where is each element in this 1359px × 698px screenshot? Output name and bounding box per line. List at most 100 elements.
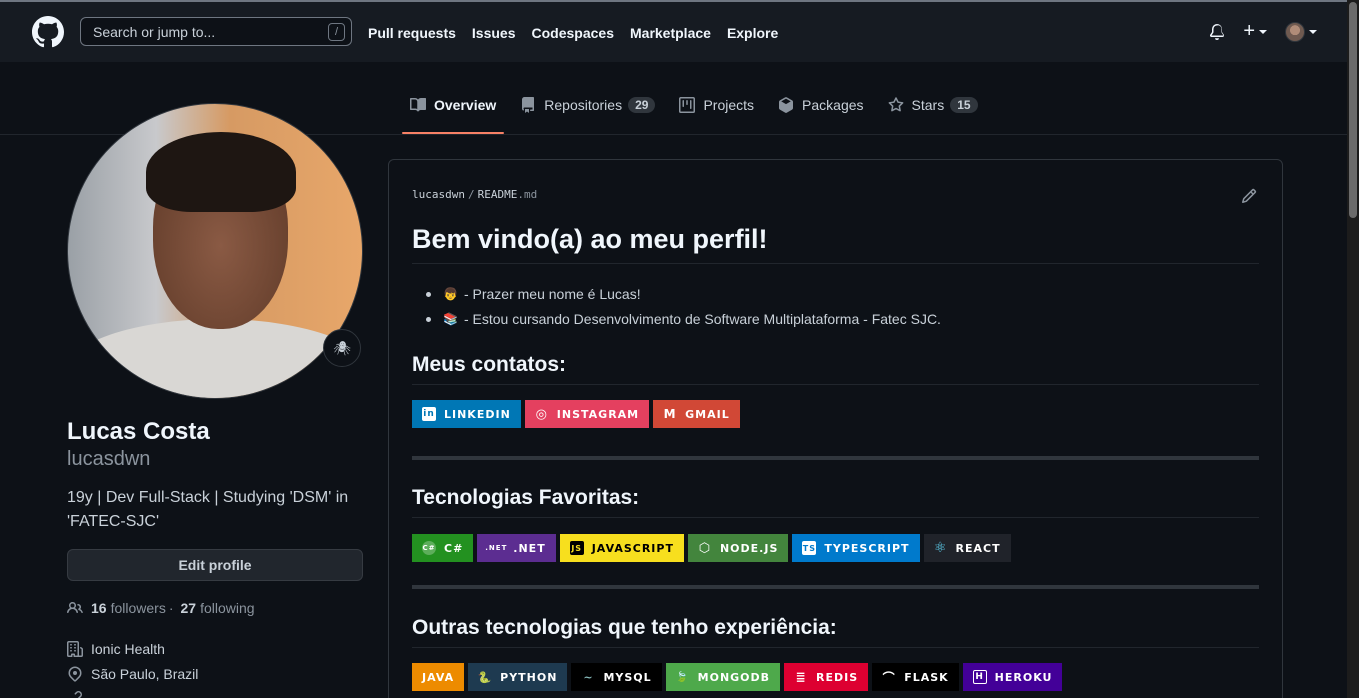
avatar (1285, 21, 1305, 42)
followers-count[interactable]: 16 (91, 600, 107, 616)
project-icon (679, 97, 696, 113)
mysql-icon: ~ (583, 670, 594, 684)
people-icon (67, 601, 83, 614)
scrollbar-thumb[interactable] (1349, 2, 1357, 218)
flask-icon: ⌒ (882, 670, 896, 685)
csharp-badge[interactable]: C# C# (412, 534, 474, 562)
search-placeholder: Search or jump to... (93, 23, 216, 40)
profile-avatar[interactable] (67, 103, 363, 399)
linkedin-badge[interactable]: in LINKEDIN (412, 400, 521, 428)
chevron-down-icon (1259, 29, 1267, 34)
create-new-button[interactable]: + (1243, 20, 1267, 43)
profile-username: lucasdwn (67, 448, 151, 470)
other-tech-badges: JAVA 🐍 PYTHON ~ MYSQL 🍃 MONGODB ≣ REDIS ⌒ FLA… (412, 663, 1063, 691)
nav-issues[interactable]: Issues (472, 25, 516, 41)
avatar-shirt-shape (68, 319, 362, 398)
javascript-badge[interactable]: JS JAVASCRIPT (559, 534, 684, 562)
typescript-badge[interactable]: TS TYPESCRIPT (792, 534, 920, 562)
mysql-badge[interactable]: ~ MYSQL (571, 663, 662, 691)
gmail-badge[interactable]: M GMAIL (653, 400, 740, 428)
badge-label: MONGODB (697, 670, 771, 684)
list-item: 📚 - Estou cursando Desenvolvimento de Sof… (412, 307, 941, 332)
readme-file-name[interactable]: README (478, 188, 518, 201)
divider (412, 456, 1259, 460)
tab-overview[interactable]: Overview (402, 90, 505, 134)
badge-label: MYSQL (603, 670, 652, 684)
badge-label: PYTHON (500, 670, 558, 684)
profile-website[interactable] (67, 690, 91, 698)
nodejs-badge[interactable]: ⬡ NODE.JS (687, 534, 789, 562)
nav-marketplace[interactable]: Marketplace (630, 25, 711, 41)
status-emoji-button[interactable]: 🕷 (323, 329, 361, 367)
readme-path: lucasdwn / README.md (412, 188, 537, 201)
profile-bio: 19y | Dev Full-Stack | Studying 'DSM' in… (67, 489, 349, 530)
user-menu-button[interactable] (1285, 21, 1317, 42)
location-text: São Paulo, Brazil (91, 666, 199, 682)
following-count[interactable]: 27 (181, 600, 197, 616)
heroku-icon: H (972, 670, 987, 684)
link-icon (74, 690, 83, 698)
star-icon (888, 97, 903, 112)
python-badge[interactable]: 🐍 PYTHON (468, 663, 568, 691)
readme-title: Bem vindo(a) ao meu perfil! (412, 224, 1259, 264)
bell-icon[interactable] (1209, 23, 1225, 40)
edit-profile-button[interactable]: Edit profile (67, 549, 363, 581)
badge-label: REDIS (816, 670, 859, 684)
repositories-count-badge: 29 (628, 97, 656, 113)
other-tech-heading: Outras tecnologias que tenho experiência… (412, 616, 1259, 648)
badge-label: TYPESCRIPT (824, 541, 910, 555)
organization-icon (67, 641, 83, 657)
bullet-text: - Prazer meu nome é Lucas! (463, 286, 641, 302)
python-icon: 🐍 (477, 670, 493, 684)
tab-packages[interactable]: Packages (770, 90, 871, 125)
redis-badge[interactable]: ≣ REDIS (784, 663, 869, 691)
java-badge[interactable]: JAVA (412, 663, 465, 691)
separator-dot: · (168, 600, 174, 616)
favorite-tech-heading: Tecnologias Favoritas: (412, 486, 1259, 518)
page-scrollbar[interactable] (1347, 0, 1359, 698)
react-icon: ⚛ (933, 540, 948, 556)
badge-label: HEROKU (994, 670, 1053, 684)
badge-label: INSTAGRAM (556, 407, 640, 421)
books-emoji-icon: 📚 (443, 312, 458, 326)
nav-codespaces[interactable]: Codespaces (532, 25, 614, 41)
chevron-down-icon (1309, 29, 1317, 34)
stars-count-badge: 15 (950, 97, 978, 113)
dotnet-icon: .NET (485, 544, 508, 552)
nodejs-icon: ⬡ (698, 540, 712, 556)
following-label[interactable]: following (200, 600, 254, 616)
badge-label: .NET (513, 541, 546, 555)
location-icon (68, 666, 82, 682)
contacts-heading: Meus contatos: (412, 353, 1259, 385)
list-item: 👦 - Prazer meu nome é Lucas! (412, 282, 941, 307)
tab-repositories[interactable]: Repositories 29 (512, 90, 663, 125)
tab-stars[interactable]: Stars 15 (880, 90, 986, 125)
profile-location: São Paulo, Brazil (67, 666, 198, 682)
boy-emoji-icon: 👦 (443, 287, 458, 301)
followers-label[interactable]: followers (111, 600, 166, 616)
package-icon (779, 97, 794, 113)
badge-label: C# (444, 541, 464, 555)
csharp-icon: C# (422, 541, 436, 555)
tab-projects[interactable]: Projects (671, 90, 762, 125)
mongodb-icon: 🍃 (675, 671, 690, 683)
github-logo-icon[interactable] (32, 16, 64, 48)
readme-owner-link[interactable]: lucasdwn (412, 188, 465, 201)
heroku-badge[interactable]: H HEROKU (962, 663, 1063, 691)
dotnet-badge[interactable]: .NET .NET (477, 534, 556, 562)
readme-file-ext: .md (517, 188, 538, 201)
avatar-hair-shape (146, 132, 296, 212)
mongodb-badge[interactable]: 🍃 MONGODB (665, 663, 781, 691)
flask-badge[interactable]: ⌒ FLASK (872, 663, 959, 691)
tab-repositories-label: Repositories (544, 97, 623, 113)
instagram-badge[interactable]: ◎ INSTAGRAM (524, 400, 650, 428)
react-badge[interactable]: ⚛ REACT (923, 534, 1011, 562)
nav-pull-requests[interactable]: Pull requests (368, 25, 456, 41)
gmail-icon: M (663, 407, 677, 421)
instagram-icon: ◎ (535, 406, 548, 422)
nav-explore[interactable]: Explore (727, 25, 778, 41)
repo-icon (522, 97, 535, 113)
search-input[interactable]: Search or jump to... / (80, 17, 352, 46)
pencil-icon[interactable] (1241, 188, 1257, 204)
follow-stats: 16 followers · 27 following (67, 600, 255, 616)
